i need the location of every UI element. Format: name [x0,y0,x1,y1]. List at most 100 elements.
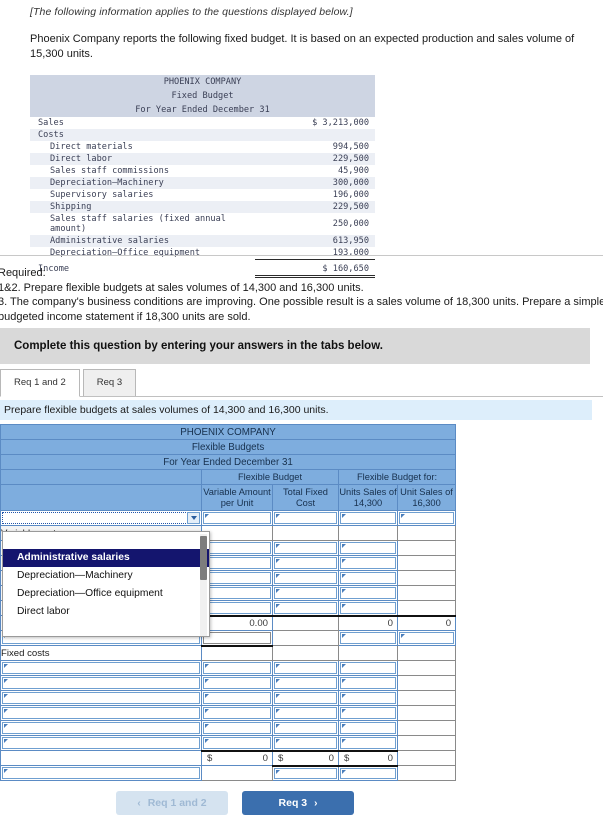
input-cell[interactable] [0,660,202,676]
input-cell[interactable] [338,765,398,781]
input-cell[interactable] [272,540,339,556]
cost-amount: 193,000 [255,247,375,260]
input-cell[interactable] [272,555,339,571]
fixed-budget-cost-row: Sales staff commissions 45,900 [30,165,375,177]
account-select-box[interactable] [2,512,200,524]
input-cell[interactable] [201,705,273,721]
input-cell[interactable] [272,720,339,736]
dropdown-option[interactable]: Direct labor [3,603,209,621]
input-cell[interactable] [272,570,339,586]
input-cell[interactable] [0,735,202,751]
worksheet-col-units-14300: Units Sales of 14,300 [338,484,398,511]
worksheet-group-header-row: Flexible Budget Flexible Budget for: [0,469,457,485]
cost-label: Depreciation—Machinery [30,177,255,189]
input-cell[interactable] [272,765,339,781]
input-cell[interactable] [338,630,398,646]
subtotal-variable-amount: 0.00 [201,614,273,631]
input-cell[interactable] [0,720,202,736]
prev-req-1-and-2-button[interactable]: ‹ Req 1 and 2 [116,791,228,815]
fixed-budget-cost-row: Depreciation—Office equipment 193,000 [30,247,375,260]
input-cell[interactable] [201,660,273,676]
total-units-16300: $ 0 [338,749,398,767]
worksheet-fixed-input-row [0,660,457,676]
subtotal-units-16300: 0 [396,614,457,631]
required-section: Required: 1&2. Prepare flexible budgets … [0,266,603,324]
next-button-label: Req 3 [278,797,308,809]
chevron-left-icon: ‹ [137,797,141,809]
input-cell[interactable] [396,510,457,526]
input-cell[interactable] [201,510,273,526]
chevron-down-icon[interactable] [187,512,200,524]
static-cell [396,705,457,721]
dropdown-option[interactable] [3,532,209,549]
input-cell[interactable] [272,585,339,601]
sales-amount: $ 3,213,000 [255,117,375,129]
cost-amount: 229,500 [255,201,375,213]
input-cell[interactable] [272,675,339,691]
input-cell[interactable] [201,585,273,601]
worksheet-fixed-input-row [0,705,457,721]
input-cell[interactable] [338,510,398,526]
input-cell[interactable] [201,675,273,691]
input-cell[interactable] [396,630,457,646]
tab-req-1-and-2[interactable]: Req 1 and 2 [0,369,80,397]
fixed-budget-cost-row: Sales staff salaries (fixed annual amoun… [30,213,375,235]
input-cell[interactable] [0,705,202,721]
input-cell[interactable] [338,675,398,691]
input-cell[interactable] [338,540,398,556]
input-cell[interactable] [338,735,398,751]
input-cell[interactable] [338,585,398,601]
dropdown-option[interactable]: Depreciation—Office equipment [3,585,209,603]
input-cell[interactable] [338,705,398,721]
dropdown-scrollbar-thumb[interactable] [200,536,207,580]
input-cell[interactable] [338,600,398,616]
static-cell [201,525,273,541]
input-cell[interactable] [201,690,273,706]
intro-section: [The following information applies to th… [0,0,603,61]
intro-paragraph: Phoenix Company reports the following fi… [30,33,575,60]
input-cell[interactable] [338,660,398,676]
input-cell[interactable] [272,510,339,526]
account-dropdown-list[interactable]: Administrative salaries Depreciation—Mach… [2,531,210,637]
input-cell[interactable] [0,765,202,781]
fixed-budget-cost-row: Direct labor 229,500 [30,153,375,165]
input-cell[interactable] [0,690,202,706]
input-cell[interactable] [272,735,339,751]
cost-label: Sales staff salaries (fixed annual amoun… [30,213,255,235]
input-cell[interactable] [201,630,273,647]
input-cell[interactable] [0,675,202,691]
cost-amount: 300,000 [255,177,375,189]
subtotal-units-16300-value: 0 [445,617,452,629]
cost-label: Shipping [30,201,255,213]
input-cell[interactable] [201,600,273,616]
fixed-budget-title-row-3: For Year Ended December 31 [30,103,375,117]
input-cell[interactable] [272,690,339,706]
dropdown-option[interactable]: Administrative salaries [3,549,209,567]
worksheet-group-blank [0,469,202,485]
input-cell[interactable] [201,540,273,556]
input-cell[interactable] [201,735,273,751]
input-cell[interactable] [201,720,273,736]
input-cell[interactable] [272,660,339,676]
worksheet-fixed-input-row [0,735,457,751]
static-cell [396,585,457,601]
input-cell[interactable] [201,555,273,571]
input-cell[interactable] [272,705,339,721]
input-cell[interactable] [272,600,339,616]
input-cell[interactable] [201,570,273,586]
worksheet-group-flexible-budget: Flexible Budget [201,469,339,485]
account-select[interactable] [0,510,202,526]
next-req-3-button[interactable]: Req 3 › [242,791,354,815]
static-cell [396,540,457,556]
input-cell[interactable] [338,555,398,571]
static-cell [396,735,457,751]
total-variable-value: 0 [262,752,268,764]
total-units-14300: $ 0 [272,749,339,767]
input-cell[interactable] [338,570,398,586]
input-cell[interactable] [338,690,398,706]
tab-req-3[interactable]: Req 3 [82,369,137,397]
input-cell[interactable] [338,720,398,736]
static-cell [272,645,339,661]
worksheet-group-flexible-budget-for: Flexible Budget for: [337,469,457,485]
dropdown-option[interactable]: Depreciation—Machinery [3,567,209,585]
